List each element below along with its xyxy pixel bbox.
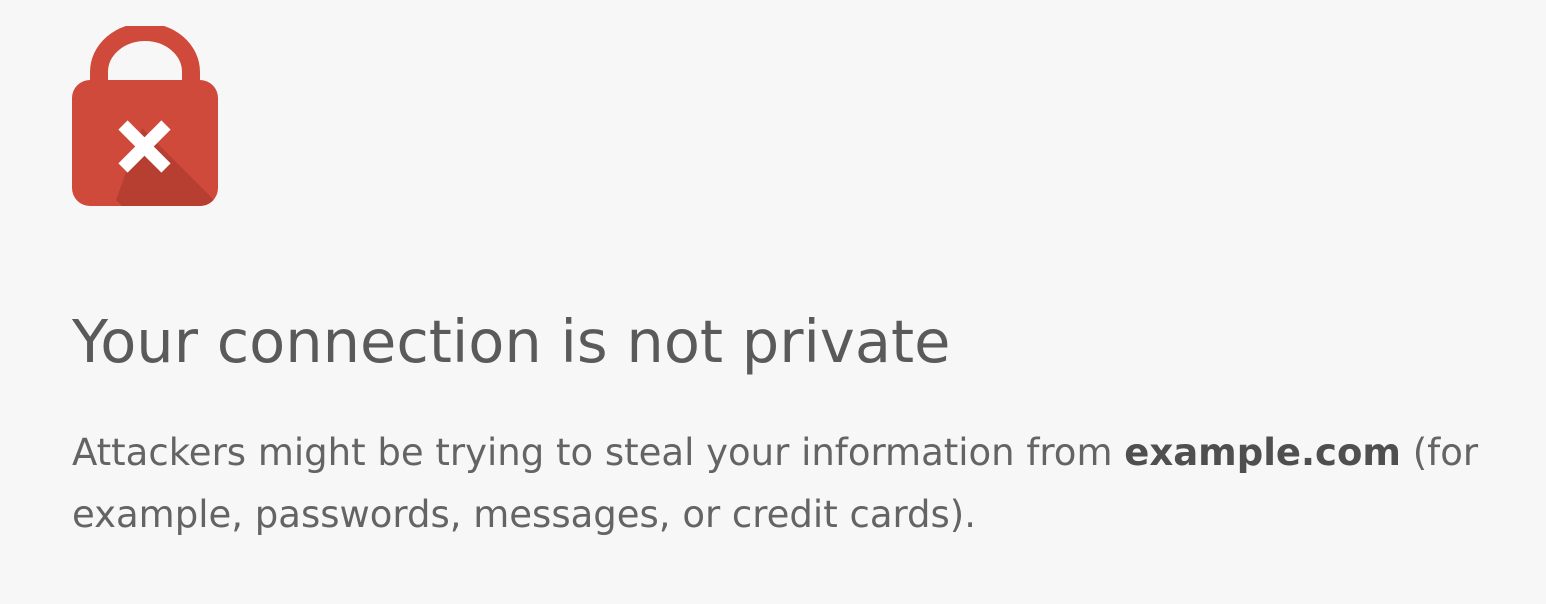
message-text-before: Attackers might be trying to steal your … bbox=[72, 431, 1125, 474]
error-message: Attackers might be trying to steal your … bbox=[72, 422, 1542, 546]
page-title: Your connection is not private bbox=[72, 307, 951, 376]
site-hostname: example.com bbox=[1124, 431, 1401, 474]
privacy-error-page: Your connection is not private Attackers… bbox=[0, 0, 1546, 604]
lock-error-icon bbox=[72, 26, 218, 206]
